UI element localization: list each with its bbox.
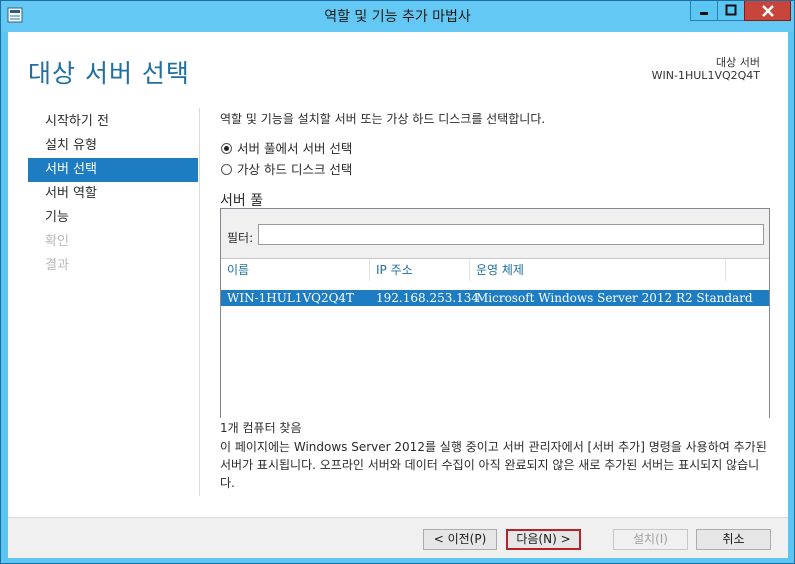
nav-item-installation-type[interactable]: 설치 유형: [28, 134, 198, 158]
column-header-name[interactable]: 이름: [221, 259, 370, 281]
cell-operating-system: Microsoft Windows Server 2012 R2 Standar…: [476, 291, 753, 305]
found-count-text: 1개 컴퓨터 찾음: [220, 421, 302, 435]
server-list[interactable]: 이름 IP 주소 운영 체제 WIN-1HUL1VQ2Q4T 192.168.2…: [221, 258, 769, 418]
nav-item-features[interactable]: 기능: [28, 206, 198, 230]
nav-item-before-you-begin[interactable]: 시작하기 전: [28, 110, 198, 134]
column-header-ip[interactable]: IP 주소: [370, 259, 470, 281]
description-text: 이 페이지에는 Windows Server 2012를 실행 중이고 서버 관…: [220, 440, 767, 490]
radio-virtual-hard-disk[interactable]: 가상 하드 디스크 선택: [221, 159, 352, 178]
cell-server-name: WIN-1HUL1VQ2Q4T: [227, 291, 355, 305]
server-pool-panel: 필터: 이름 IP 주소 운영 체제 WIN-1HUL1VQ2Q4T 192.1…: [220, 208, 770, 418]
nav-item-server-roles[interactable]: 서버 역할: [28, 182, 198, 206]
install-button: 설치(I): [613, 529, 688, 550]
maximize-button[interactable]: [717, 1, 744, 21]
nav-item-confirmation: 확인: [45, 234, 69, 249]
wizard-content: 대상 서버 선택 대상 서버 WIN-1HUL1VQ2Q4T 시작하기 전 설치…: [8, 32, 788, 517]
window-title: 역할 및 기능 추가 마법사: [324, 9, 471, 25]
wizard-nav: 시작하기 전 설치 유형 서버 선택 서버 역할 기능 확인 결과: [28, 110, 198, 278]
previous-button[interactable]: < 이전(P): [423, 529, 497, 550]
filter-input[interactable]: [258, 224, 764, 245]
nav-item-results: 결과: [45, 258, 69, 273]
title-bar[interactable]: 역할 및 기능 추가 마법사: [1, 1, 794, 32]
radio-vhd-label: 가상 하드 디스크 선택: [237, 162, 353, 177]
radio-checked-icon[interactable]: [221, 143, 232, 154]
button-bar: < 이전(P) 다음(N) > 설치(I) 취소: [8, 517, 788, 558]
filter-label: 필터:: [227, 231, 254, 245]
nav-divider: [199, 108, 200, 496]
next-button[interactable]: 다음(N) >: [506, 529, 581, 550]
radio-unchecked-icon[interactable]: [221, 164, 232, 175]
server-pool-heading: 서버 풀: [220, 193, 264, 209]
radio-server-pool[interactable]: 서버 풀에서 서버 선택: [221, 138, 352, 157]
wizard-window: 역할 및 기능 추가 마법사 대상 서버 선택 대상 서버 WIN-1HUL1V…: [0, 0, 795, 564]
close-button[interactable]: [744, 1, 791, 21]
table-row[interactable]: WIN-1HUL1VQ2Q4T 192.168.253.134 Microsof…: [221, 290, 769, 306]
cancel-button[interactable]: 취소: [696, 529, 771, 550]
destination-server-name: WIN-1HUL1VQ2Q4T: [651, 69, 760, 82]
column-header-os[interactable]: 운영 체제: [470, 259, 726, 281]
destination-server-label: 대상 서버: [716, 56, 760, 69]
instruction-text: 역할 및 기능을 설치할 서버 또는 가상 하드 디스크를 선택합니다.: [220, 112, 546, 126]
page-title: 대상 서버 선택: [28, 59, 190, 88]
cell-ip-address: 192.168.253.134: [376, 291, 480, 305]
minimize-button[interactable]: [690, 1, 717, 21]
nav-item-server-selection[interactable]: 서버 선택: [28, 158, 198, 182]
radio-server-pool-label: 서버 풀에서 서버 선택: [237, 141, 353, 156]
